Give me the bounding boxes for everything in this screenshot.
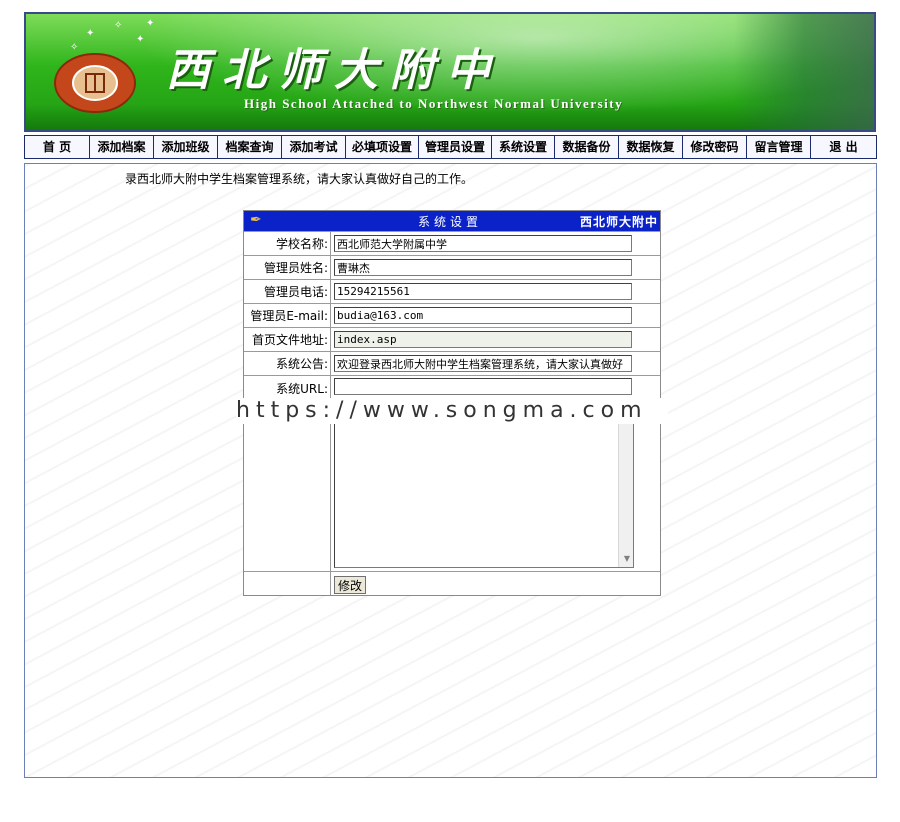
school-logo-icon <box>54 53 136 113</box>
sparkle-icon: ✦ <box>146 18 155 29</box>
nav-data-restore[interactable]: 数据恢复 <box>619 136 683 158</box>
url-watermark: https://www.songma.com <box>236 398 668 424</box>
notice-label: 系统公告: <box>244 351 331 376</box>
sparkle-icon: ✦ <box>136 34 145 45</box>
nav-data-backup[interactable]: 数据备份 <box>555 136 619 158</box>
nav-add-exam[interactable]: 添加考试 <box>282 136 346 158</box>
form-row: 学校名称: <box>244 231 660 256</box>
admin-name-label: 管理员姓名: <box>244 255 331 280</box>
main-nav: 首 页 添加档案 添加班级 档案查询 添加考试 必填项设置 管理员设置 系统设置… <box>24 135 877 159</box>
nav-required-fields[interactable]: 必填项设置 <box>346 136 419 158</box>
nav-home[interactable]: 首 页 <box>25 136 90 158</box>
school-name-label: 学校名称: <box>244 231 331 256</box>
admin-email-label: 管理员E-mail: <box>244 303 331 328</box>
nav-change-password[interactable]: 修改密码 <box>683 136 747 158</box>
empty-cell <box>244 571 331 595</box>
homepage-label: 首页文件地址: <box>244 327 331 352</box>
system-url-field[interactable] <box>334 378 632 395</box>
sparkle-icon: ✦ <box>86 28 95 39</box>
nav-add-class[interactable]: 添加班级 <box>154 136 218 158</box>
panel-header: ✒ 系统设置 西北师大附中 <box>244 211 660 231</box>
nav-system-settings[interactable]: 系统设置 <box>492 136 555 158</box>
form-row: 首页文件地址: <box>244 327 660 352</box>
scroll-down-arrow-icon[interactable]: ▼ <box>624 554 630 563</box>
admin-name-field[interactable] <box>334 259 632 276</box>
school-name-field[interactable] <box>334 235 632 252</box>
main-content: 录西北师大附中学生档案管理系统，请大家认真做好自己的工作。 ✒ 系统设置 西北师… <box>24 163 877 778</box>
banner-building-image <box>734 14 874 130</box>
nav-logout[interactable]: 退 出 <box>811 136 876 158</box>
form-row: 管理员姓名: <box>244 255 660 280</box>
form-row: 修改 <box>244 571 660 595</box>
modify-button[interactable]: 修改 <box>334 575 367 594</box>
homepage-field[interactable] <box>334 331 632 348</box>
scrolling-notice: 录西北师大附中学生档案管理系统，请大家认真做好自己的工作。 <box>125 172 474 186</box>
notice-field[interactable] <box>334 355 632 372</box>
form-row: 管理员E-mail: <box>244 303 660 328</box>
panel-title: 系统设置 <box>418 215 483 229</box>
nav-message-manage[interactable]: 留言管理 <box>747 136 811 158</box>
admin-email-field[interactable] <box>334 307 632 324</box>
header-banner: ✦ ✧ ✦ ✧ ✦ 西北师大附中 High School Attached to… <box>24 12 876 132</box>
form-row: 系统公告: <box>244 351 660 376</box>
admin-phone-field[interactable] <box>334 283 632 300</box>
admin-phone-label: 管理员电话: <box>244 279 331 304</box>
form-row: 管理员电话: <box>244 279 660 304</box>
nav-add-record[interactable]: 添加档案 <box>90 136 154 158</box>
nav-record-query[interactable]: 档案查询 <box>218 136 282 158</box>
sparkle-icon: ✧ <box>114 20 123 31</box>
nav-admin-settings[interactable]: 管理员设置 <box>419 136 492 158</box>
banner-subtitle: High School Attached to Northwest Normal… <box>244 96 624 111</box>
panel-school-tag: 西北师大附中 <box>579 215 658 229</box>
feather-pen-icon: ✒ <box>250 212 262 228</box>
banner-title: 西北师大附中 <box>166 45 502 96</box>
textarea-scrollbar[interactable]: ▼ <box>618 399 633 567</box>
